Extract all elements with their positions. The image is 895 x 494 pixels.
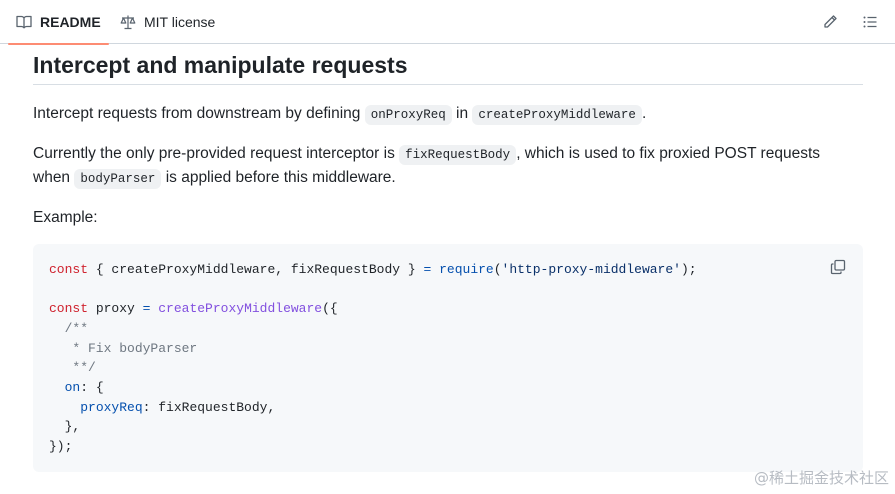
code-line: }); — [49, 439, 73, 454]
watermark: @稀土掘金技术社区 — [753, 469, 889, 487]
code-token: : fixRequestBody, — [142, 400, 276, 415]
code-token: require — [439, 262, 494, 277]
code-token: const — [49, 301, 89, 316]
pencil-icon — [824, 15, 837, 28]
list-icon — [863, 16, 877, 28]
tab-readme[interactable]: README — [8, 0, 109, 45]
inline-code-onproxyreq: onProxyReq — [364, 105, 452, 125]
copy-button[interactable] — [827, 256, 849, 278]
code-comment: * Fix bodyParser — [49, 341, 198, 356]
code-token: ( — [493, 262, 502, 277]
scale-icon — [120, 15, 136, 30]
text: Intercept requests from downstream by de… — [33, 105, 365, 122]
tab-license-label: MIT license — [144, 14, 216, 30]
code-token: ); — [680, 262, 697, 277]
code-token: 'http-proxy-middleware' — [501, 262, 681, 277]
heading-divider — [33, 84, 863, 85]
edit-button[interactable] — [816, 8, 844, 36]
paragraph-intercept: Intercept requests from downstream by de… — [33, 102, 646, 127]
copy-icon — [830, 259, 846, 275]
active-tab-indicator — [8, 43, 109, 45]
paragraph-interceptor-line1: Currently the only pre-provided request … — [33, 142, 820, 167]
code-line: const { createProxyMiddleware, fixReques… — [49, 260, 697, 280]
code-token: proxyReq — [80, 400, 143, 415]
code-token: { createProxyMiddleware, fixRequestBody … — [88, 262, 424, 277]
text: , which is used to fix proxied POST requ… — [516, 145, 821, 162]
code-token: on — [64, 380, 81, 395]
code-token: createProxyMiddleware — [158, 301, 323, 316]
tab-readme-label: README — [40, 14, 101, 30]
text: when — [33, 169, 75, 186]
code-token: proxy — [88, 301, 143, 316]
code-comment: **/ — [49, 360, 96, 375]
code-line: proxyReq: fixRequestBody, — [49, 398, 275, 418]
text: Currently the only pre-provided request … — [33, 145, 400, 162]
code-comment: /** — [49, 321, 89, 336]
outline-button[interactable] — [856, 8, 884, 36]
code-line: }, — [49, 419, 81, 434]
code-line: const proxy = createProxyMiddleware({ — [49, 299, 338, 319]
readme-tab-bar: README MIT license — [0, 0, 895, 45]
code-token: : { — [80, 380, 104, 395]
code-line: on: { — [49, 378, 104, 398]
code-token: const — [49, 262, 89, 277]
code-token: ({ — [322, 301, 338, 316]
text: is applied before this middleware. — [161, 169, 396, 186]
inline-code-createproxymiddleware: createProxyMiddleware — [472, 105, 642, 125]
paragraph-interceptor-line2: when bodyParser is applied before this m… — [33, 166, 396, 191]
tab-license[interactable]: MIT license — [112, 0, 223, 44]
example-label: Example: — [33, 209, 98, 226]
code-block[interactable]: const { createProxyMiddleware, fixReques… — [33, 244, 863, 472]
text: in — [451, 105, 473, 122]
inline-code-fixrequestbody: fixRequestBody — [399, 145, 517, 165]
inline-code-bodyparser: bodyParser — [74, 169, 162, 189]
section-heading: Intercept and manipulate requests — [33, 52, 408, 78]
book-icon — [16, 15, 32, 29]
text: . — [641, 105, 647, 122]
